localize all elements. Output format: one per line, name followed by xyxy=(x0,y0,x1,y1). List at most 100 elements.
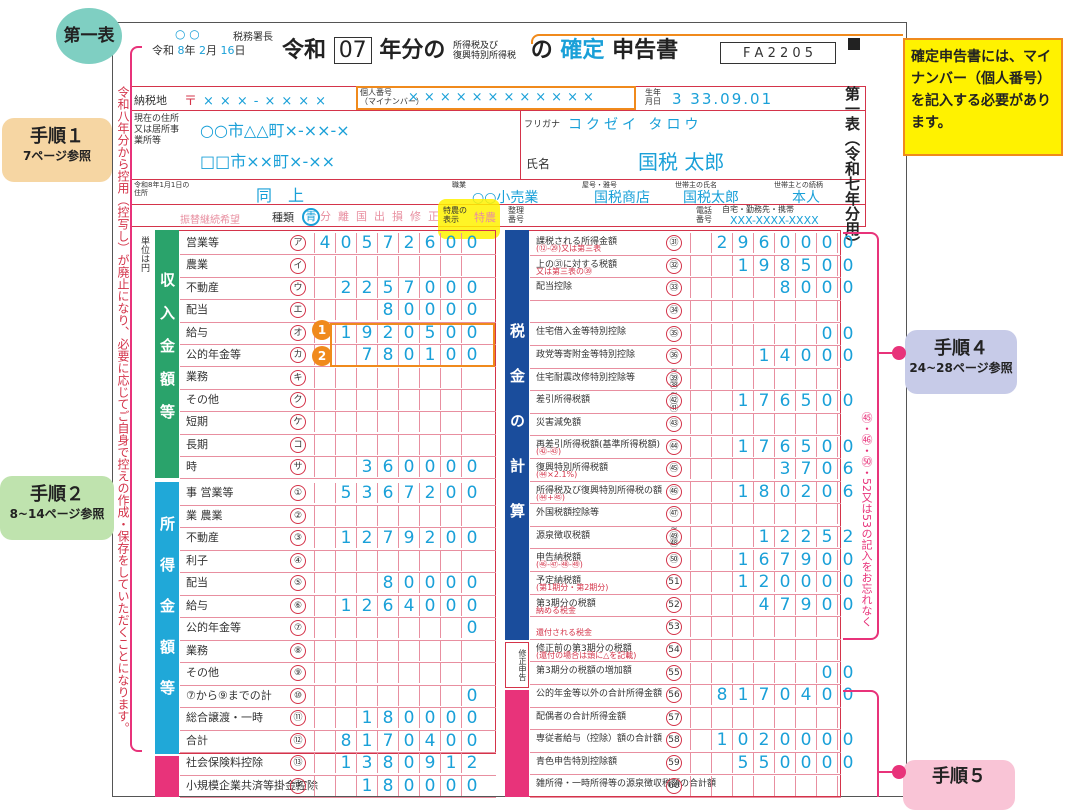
tax-row[interactable]: ㉞ xyxy=(530,300,841,323)
tax-row[interactable]: 復興特別所得税額 (㊹×2.1%) ㊺ 3 7 0 6 xyxy=(530,458,853,481)
amount-field[interactable] xyxy=(690,414,858,435)
tax-row[interactable]: 住宅耐震改修特別控除等 ㊴~㊶ xyxy=(530,368,841,414)
shotoku-row[interactable]: 配当 ⑤ 8 0 0 0 0 xyxy=(180,572,496,595)
amount-field[interactable]: 2257000 xyxy=(314,277,482,298)
income-row[interactable]: 不動産ウ 2 2 5 7 0 0 0 xyxy=(180,277,496,299)
phone-value[interactable]: XXX-XXXX-XXXX xyxy=(730,214,819,227)
shotoku-row[interactable]: その他 ⑨ xyxy=(180,662,496,685)
birth-value[interactable]: 3 33.09.01 xyxy=(672,90,773,108)
amount-field[interactable]: 1264000 xyxy=(314,595,482,616)
income-row[interactable]: 長期 コ xyxy=(180,434,496,456)
amount-field[interactable]: 00 xyxy=(690,662,858,683)
r8-address-value[interactable]: 同 上 xyxy=(256,182,304,206)
amount-field[interactable]: 8170400 xyxy=(690,685,858,706)
address-2[interactable]: □□市××町×-×× xyxy=(200,148,335,172)
amount-field[interactable]: 198500 xyxy=(690,255,858,276)
tax-row[interactable]: 第3期分の税額 納める税金 52 4 7 9 0 0 xyxy=(530,594,853,617)
amount-field[interactable]: 47900 xyxy=(690,594,858,615)
yago-value[interactable]: 国税商店 xyxy=(594,187,650,207)
tax-row[interactable]: 配偶者の合計所得金額 57 xyxy=(530,707,841,730)
amount-field[interactable] xyxy=(690,617,858,638)
amount-field[interactable]: 360000 xyxy=(314,457,482,478)
amount-field[interactable]: 2960000 xyxy=(690,233,858,254)
tax-row[interactable]: 差引所得税額㊷ 1 7 6 5 0 0 xyxy=(530,390,853,413)
amount-field[interactable]: 8170400 xyxy=(314,730,482,751)
amount-field[interactable]: 1279200 xyxy=(314,528,482,549)
amount-field[interactable]: 00 xyxy=(690,323,858,344)
amount-field[interactable]: 0 xyxy=(314,685,482,706)
amount-field[interactable]: 1380912 xyxy=(314,753,482,774)
amount-field[interactable] xyxy=(314,412,482,433)
amount-field[interactable]: 180000 xyxy=(314,708,482,729)
tax-row[interactable]: 外国税額控除等 ㊼~㊽ xyxy=(530,503,841,549)
amount-field[interactable]: 180000 xyxy=(314,775,482,796)
amount-field[interactable] xyxy=(690,301,858,322)
amount-field[interactable]: 176500 xyxy=(690,436,858,457)
amount-field[interactable]: 12252 xyxy=(690,527,858,548)
tax-row[interactable]: 災害減免額 ㊸ xyxy=(530,413,841,436)
address-1[interactable]: ○○市△△町×-××-× xyxy=(200,117,350,141)
amount-field[interactable]: 14000 xyxy=(690,346,858,367)
shotoku-row[interactable]: 総合譲渡・一時 ⑪ 1 8 0 0 0 0 xyxy=(180,707,496,730)
tax-row[interactable]: 還付される税金 53 xyxy=(530,616,841,639)
amount-field[interactable] xyxy=(314,367,482,388)
amount-field[interactable] xyxy=(314,389,482,410)
income-row[interactable]: 農業 イ xyxy=(180,254,496,276)
amount-field[interactable]: 8000 xyxy=(690,278,858,299)
amount-field[interactable]: 0 xyxy=(314,618,482,639)
tax-row[interactable]: 政党等寄附金等特別控除 ㊱~㊳ 1 4 0 0 0 xyxy=(530,345,853,391)
amount-field[interactable] xyxy=(314,505,482,526)
amount-field[interactable] xyxy=(690,707,858,728)
shotoku-row[interactable]: ⑦から⑨までの計 ⑩ 0 xyxy=(180,685,496,708)
amount-field[interactable] xyxy=(314,255,482,276)
shurui-options[interactable]: 青分離国出損修正 xyxy=(302,208,446,226)
tax-row[interactable]: 上の㉛に対する税額 又は第三表の㊴㉜ 1 9 8 5 0 0 xyxy=(530,255,853,278)
tax-row[interactable]: 公的年金等以外の合計所得金額 56 8 1 7 0 4 0 0 xyxy=(530,684,853,707)
amount-field[interactable]: 5367200 xyxy=(314,483,482,504)
amount-field[interactable] xyxy=(314,663,482,684)
shotoku-row[interactable]: 不動産 ③ 1 2 7 9 2 0 0 xyxy=(180,527,496,550)
shotoku-row[interactable]: 小規模企業共済等掛金控除 ⑭ 1 8 0 0 0 0 xyxy=(180,775,496,798)
amount-field[interactable]: 120000 xyxy=(690,572,858,593)
amount-field[interactable]: 550000 xyxy=(690,753,858,774)
shotoku-row[interactable]: 社会保険料控除 ⑬ 1 3 8 0 9 1 2 xyxy=(180,752,496,775)
income-row[interactable]: 時サ360000 xyxy=(180,456,496,478)
amount-field[interactable]: 80000 xyxy=(314,573,482,594)
tax-row[interactable]: 源泉徴収税額㊾ 1 2 2 5 2 xyxy=(530,526,853,549)
amount-field[interactable] xyxy=(314,640,482,661)
postal-field[interactable]: 〒×××-×××× xyxy=(184,90,332,109)
income-row[interactable]: 配当エ 8 0 0 0 0 xyxy=(180,299,496,321)
amount-field[interactable]: 176500 xyxy=(690,391,858,412)
amount-field[interactable]: 3706 xyxy=(690,459,858,480)
name-value[interactable]: 国税 太郎 xyxy=(638,146,724,175)
zokugara-value[interactable]: 本人 xyxy=(792,187,820,207)
tax-row[interactable]: 予定納税額 (第1期分・第2期分) 51 1 2 0 0 0 0 xyxy=(530,571,853,594)
tax-row[interactable]: 再差引所得税額(基準所得税額) (㊷-㊸) ㊹ 1 7 6 5 0 0 xyxy=(530,435,853,458)
amount-field[interactable] xyxy=(690,368,858,389)
tax-row[interactable]: 第3期分の税額の増加額 55 0 0 xyxy=(530,661,853,684)
shotoku-row[interactable]: 給与 ⑥ 1 2 6 4 0 0 0 xyxy=(180,595,496,618)
amount-field[interactable] xyxy=(314,550,482,571)
tax-row[interactable]: 所得税及び復興特別所得税の額 (㊹+㊺) ㊻ 1 8 0 2 0 6 xyxy=(530,481,853,504)
furigana-value[interactable]: コクゼイ タロウ xyxy=(568,114,702,134)
amount-field[interactable] xyxy=(690,775,858,796)
amount-field[interactable] xyxy=(690,640,858,661)
amount-field[interactable]: 40572600 xyxy=(314,233,482,254)
tax-row[interactable]: 課税される所得金額 (⑫-㉙)又は第三表㉛ 2 9 6 0 0 0 0 xyxy=(530,232,853,255)
shotoku-row[interactable]: 合計 ⑫ 8 1 7 0 4 0 0 xyxy=(180,730,496,753)
income-row[interactable]: 営業等ア 4 0 5 7 2 6 0 0 xyxy=(180,232,496,254)
shotoku-row[interactable]: 公的年金等 ⑦ 0 xyxy=(180,617,496,640)
tax-row[interactable]: 専従者給与（控除）額の合計額 58 1 0 2 0 0 0 0 xyxy=(530,729,853,752)
amount-field[interactable]: 1020000 xyxy=(690,730,858,751)
tax-row[interactable]: 雑所得・一時所得等の源泉徴収税額の合計額 60 xyxy=(530,774,841,797)
amount-field[interactable] xyxy=(314,434,482,455)
tokuno-value[interactable]: 特農 xyxy=(474,209,496,225)
tax-row[interactable]: 住宅借入金等特別控除㉟ 0 0 xyxy=(530,322,853,345)
income-row[interactable]: 短期 ケ xyxy=(180,411,496,433)
income-row[interactable]: 業務 キ xyxy=(180,366,496,388)
shotoku-row[interactable]: 業務 ⑧ xyxy=(180,640,496,663)
income-row[interactable]: その他 ク xyxy=(180,389,496,411)
shotoku-row[interactable]: 業 農業 ② xyxy=(180,505,496,528)
tax-row[interactable]: 申告納税額 (㊻-㊼-㊽-㊾) ㊿ 1 6 7 9 0 0 xyxy=(530,548,853,571)
amount-field[interactable]: 180206 xyxy=(690,481,858,502)
